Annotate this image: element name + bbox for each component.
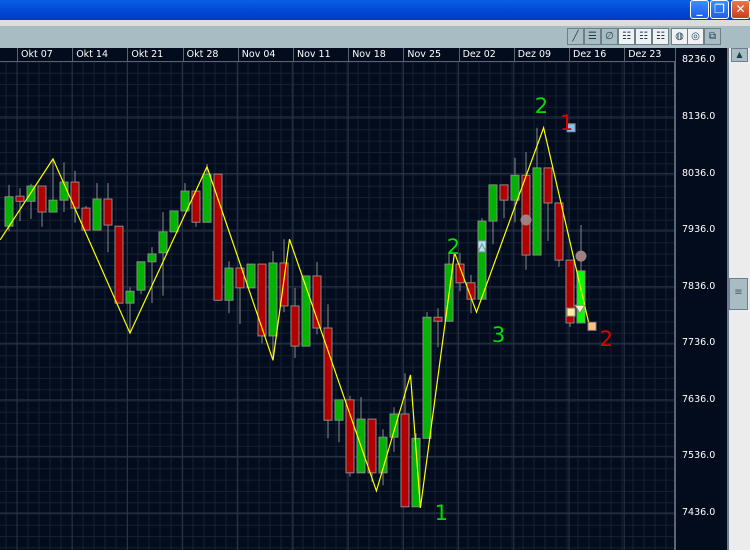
candle-down (114, 225, 124, 304)
candle-up (224, 267, 234, 301)
date-axis: Okt 07 Okt 14 Okt 21 Okt 28 Nov 04 Nov 11 Nov … (0, 48, 675, 62)
price-label: 8136.0 (682, 111, 716, 122)
candle-down (290, 305, 300, 347)
grid-fine-button[interactable]: ☷ (618, 28, 635, 45)
price-label: 7836.0 (682, 280, 716, 292)
horizontal-line-button[interactable]: ☰ (584, 28, 601, 45)
candle-up (532, 167, 542, 256)
candle-up (48, 199, 58, 213)
candle-down (103, 198, 113, 226)
candle-up (125, 290, 135, 304)
candle-down (70, 181, 80, 209)
price-axis: 8236.0 8136.0 8036.0 7936.0 7836.0 7736.0 7636… (675, 48, 727, 550)
date-label: Okt 14 (72, 48, 108, 61)
price-label: 7636.0 (682, 393, 716, 405)
candle-up (158, 231, 168, 254)
date-label: Okt 28 (182, 48, 218, 61)
wave-label: 2 (535, 94, 548, 118)
vertical-scrollbar[interactable]: ▲ ≡ (727, 48, 750, 550)
wave-label: 2 (600, 327, 613, 351)
price-label: 8236.0 (682, 54, 716, 66)
candle-down (499, 184, 509, 201)
date-label: Dez 02 (458, 48, 496, 61)
date-label: Dez 09 (513, 48, 551, 61)
pattern-button[interactable]: ◎ (687, 28, 704, 45)
wave-label: 1 (560, 111, 573, 135)
date-label: Dez 16 (569, 48, 606, 61)
scroll-thumb[interactable]: ≡ (729, 278, 748, 310)
candle-down (213, 173, 223, 301)
chart-toolbar: ╱ ☰ ∅ ☷ ☷ ☷ ◍ ◎ ⧉ (0, 26, 750, 48)
price-label: 7436.0 (682, 506, 716, 518)
candle-up (147, 253, 157, 263)
wave-label: 1 (435, 501, 448, 525)
minimize-button[interactable]: _ (690, 0, 709, 19)
wave-label: 2 (447, 235, 460, 259)
candle-up (268, 262, 278, 337)
candle-up (510, 174, 520, 201)
date-label: Nov 11 (293, 48, 331, 61)
wave-label: 3 (492, 323, 505, 347)
candle-down (367, 418, 377, 474)
grid-medium-button[interactable]: ☷ (635, 28, 652, 45)
candle-up (477, 220, 487, 300)
candle-down (37, 185, 47, 213)
no-draw-button[interactable]: ∅ (601, 28, 618, 45)
close-button[interactable]: ✕ (731, 0, 750, 19)
date-label: Nov 18 (348, 48, 386, 61)
date-label: Nov 25 (403, 48, 441, 61)
grid-coarse-button[interactable]: ☷ (652, 28, 669, 45)
window-titlebar: _ ❐ ✕ (0, 0, 750, 20)
candle-up (202, 173, 212, 223)
date-label: Dez 23 (624, 48, 661, 61)
signal-circle-marker (520, 214, 532, 226)
chart-plot[interactable]: 2123 21 (0, 62, 675, 550)
square-marker (587, 321, 597, 331)
candle-up (169, 210, 179, 233)
candle-up (92, 198, 102, 231)
candle-up (389, 413, 399, 438)
candle-up (136, 261, 146, 291)
candle-up (334, 399, 344, 421)
candle-down (433, 316, 443, 322)
date-label: Nov 04 (237, 48, 275, 61)
detach-window-button[interactable]: ⧉ (704, 28, 721, 45)
candle-down (345, 399, 355, 474)
candle-down (543, 167, 553, 204)
price-label: 7736.0 (682, 337, 716, 349)
draw-line-button[interactable]: ╱ (567, 28, 584, 45)
candle-up (422, 316, 432, 439)
date-label (0, 48, 17, 61)
price-label: 8036.0 (682, 167, 716, 179)
price-label: 7936.0 (682, 224, 716, 236)
scroll-up-button[interactable]: ▲ (731, 48, 748, 62)
date-label: Okt 07 (17, 48, 53, 61)
candle-down (554, 202, 564, 261)
candle-down (257, 263, 267, 337)
square-marker (566, 307, 576, 317)
restore-button[interactable]: ❐ (710, 0, 729, 19)
candle-down (400, 413, 410, 508)
candle-up (246, 263, 256, 289)
color-scheme-button[interactable]: ◍ (671, 28, 688, 45)
date-label: Okt 21 (127, 48, 163, 61)
price-label: 7536.0 (682, 450, 716, 462)
candle-up (488, 184, 498, 222)
candle-down (15, 195, 25, 202)
signal-circle-marker (575, 250, 587, 262)
